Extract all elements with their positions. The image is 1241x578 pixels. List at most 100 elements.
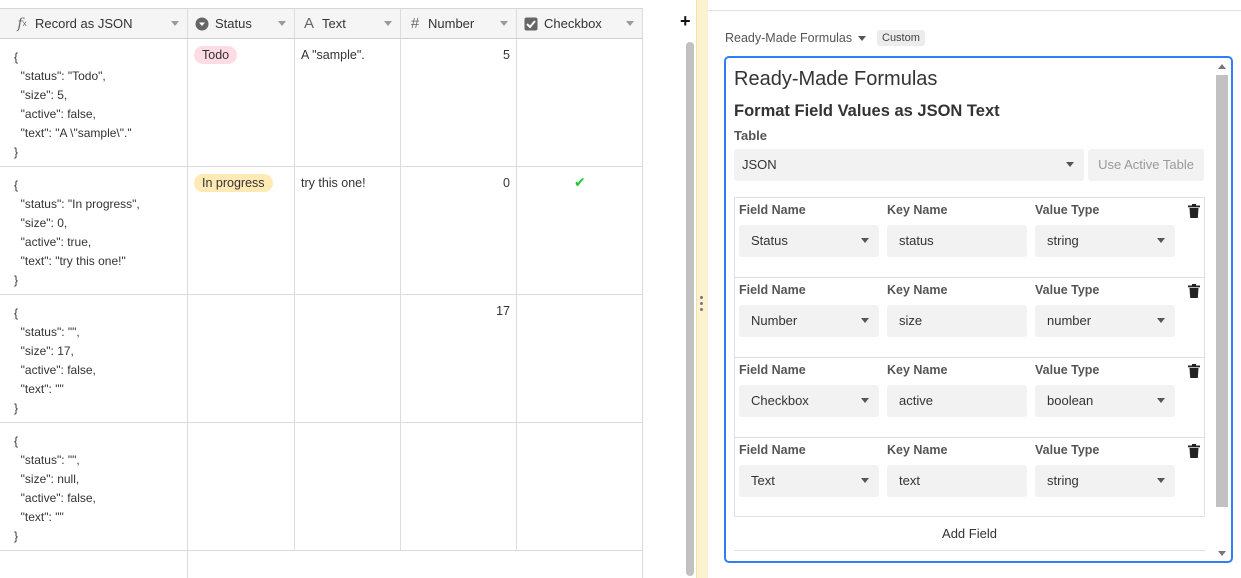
field-mapping-row: Field Name Key Name Value Type Checkbox … — [734, 357, 1205, 437]
field-name-select[interactable]: Status — [739, 225, 879, 257]
value-type-select[interactable]: string — [1035, 465, 1175, 497]
value-type-label: Value Type — [1035, 443, 1100, 457]
chevron-down-icon[interactable] — [626, 21, 634, 26]
cell-record-json[interactable]: { "status": "", "size": null, "active": … — [14, 432, 184, 546]
table-row[interactable]: { "status": "Todo", "size": 5, "active":… — [0, 39, 643, 167]
key-name-input[interactable]: text — [887, 465, 1027, 497]
trash-icon[interactable] — [1188, 364, 1200, 378]
chevron-down-icon — [858, 35, 867, 41]
field-name-select[interactable]: Number — [739, 305, 879, 337]
column-label: Checkbox — [544, 16, 602, 31]
field-name-select[interactable]: Text — [739, 465, 879, 497]
extension-frame: Ready-Made Formulas Format Field Values … — [724, 56, 1233, 563]
cell-text[interactable]: try this one! — [301, 176, 366, 190]
extension-name: Ready-Made Formulas — [725, 31, 853, 45]
column-header-record-as-json[interactable]: fx Record as JSON — [0, 9, 188, 38]
chevron-down-icon — [861, 318, 869, 323]
column-label: Text — [322, 16, 346, 31]
cell-text[interactable]: A "sample". — [301, 48, 365, 62]
trash-icon[interactable] — [1188, 284, 1200, 298]
table-label: Table — [734, 128, 767, 143]
chevron-down-icon[interactable] — [500, 21, 508, 26]
cell-record-json[interactable]: { "status": "Todo", "size": 5, "active":… — [14, 48, 184, 162]
field-name-label: Field Name — [739, 443, 806, 457]
field-name-value: Status — [751, 233, 788, 248]
field-name-select[interactable]: Checkbox — [739, 385, 879, 417]
table-select[interactable]: JSON — [734, 149, 1084, 181]
key-name-value: status — [899, 233, 934, 248]
scrollbar-thumb[interactable] — [1216, 75, 1228, 507]
value-type-select[interactable]: boolean — [1035, 385, 1175, 417]
value-type-select[interactable]: number — [1035, 305, 1175, 337]
field-mapping-row: Field Name Key Name Value Type Status st… — [734, 197, 1205, 277]
scroll-up-icon[interactable] — [1218, 64, 1226, 69]
field-mapping-row: Field Name Key Name Value Type Number si… — [734, 277, 1205, 357]
add-column-button[interactable]: + — [680, 10, 691, 32]
grid-view: fx Record as JSON Status A Text # Number… — [0, 0, 700, 578]
field-name-value: Number — [751, 313, 798, 328]
cell-number[interactable]: 0 — [410, 176, 510, 190]
formula-icon: fx — [17, 15, 27, 32]
trash-icon[interactable] — [1188, 204, 1200, 218]
custom-badge: Custom — [877, 30, 925, 46]
table-row[interactable]: { "status": "", "size": 17, "active": fa… — [0, 295, 643, 423]
extension-menu[interactable]: Ready-Made Formulas — [725, 31, 867, 45]
column-header-status[interactable]: Status — [188, 9, 295, 38]
trash-icon[interactable] — [1188, 444, 1200, 458]
cell-number[interactable]: 17 — [410, 304, 510, 318]
table-row[interactable]: { "status": "", "size": null, "active": … — [0, 423, 643, 551]
add-field-button[interactable]: Add Field — [734, 517, 1205, 551]
chevron-down-icon — [861, 478, 869, 483]
key-name-label: Key Name — [887, 443, 948, 457]
checkmark-icon[interactable]: ✔ — [574, 174, 586, 191]
chevron-down-icon — [1157, 478, 1165, 483]
key-name-input[interactable]: status — [887, 225, 1027, 257]
chevron-down-icon — [1157, 238, 1165, 243]
text-icon: A — [303, 15, 314, 32]
value-type-value: boolean — [1047, 393, 1094, 408]
table-row[interactable]: { "status": "In progress", "size": 0, "a… — [0, 167, 643, 295]
key-name-value: size — [899, 313, 923, 328]
chevron-down-icon[interactable] — [384, 21, 392, 26]
page-title: Ready-Made Formulas — [734, 68, 938, 90]
extension-panel: Ready-Made Formulas Custom Ready-Made Fo… — [708, 0, 1241, 578]
drag-handle-icon[interactable] — [700, 296, 704, 311]
field-name-value: Text — [751, 473, 775, 488]
value-type-label: Value Type — [1035, 363, 1100, 377]
use-active-table-button[interactable]: Use Active Table — [1088, 149, 1204, 181]
key-name-label: Key Name — [887, 363, 948, 377]
column-header-number[interactable]: # Number — [401, 9, 517, 38]
status-badge[interactable]: In progress — [194, 174, 273, 192]
value-type-label: Value Type — [1035, 283, 1100, 297]
grid-scrollbar[interactable] — [686, 42, 694, 576]
number-icon: # — [410, 15, 420, 32]
key-name-label: Key Name — [887, 203, 948, 217]
value-type-value: string — [1047, 473, 1079, 488]
key-name-input[interactable]: size — [887, 305, 1027, 337]
field-name-label: Field Name — [739, 203, 806, 217]
column-header-checkbox[interactable]: Checkbox — [517, 9, 643, 38]
status-badge[interactable]: Todo — [194, 46, 238, 64]
value-type-select[interactable]: string — [1035, 225, 1175, 257]
value-type-value: number — [1047, 313, 1092, 328]
cell-number[interactable]: 5 — [410, 48, 510, 62]
table-select-value: JSON — [742, 157, 777, 172]
chevron-down-icon[interactable] — [278, 21, 286, 26]
cell-record-json[interactable]: { "status": "In progress", "size": 0, "a… — [14, 176, 184, 290]
column-label: Number — [428, 16, 475, 31]
column-label: Status — [215, 16, 252, 31]
chevron-down-icon — [861, 398, 869, 403]
panel-scrollbar[interactable] — [1215, 60, 1229, 560]
chevron-down-icon[interactable] — [171, 21, 179, 26]
field-name-label: Field Name — [739, 363, 806, 377]
grid-header: fx Record as JSON Status A Text # Number… — [0, 8, 643, 39]
scroll-down-icon[interactable] — [1218, 551, 1226, 556]
panel-resize-handle[interactable] — [696, 0, 708, 578]
chevron-down-icon — [1157, 318, 1165, 323]
column-header-text[interactable]: A Text — [295, 9, 401, 38]
chevron-down-icon — [1157, 398, 1165, 403]
divider — [708, 10, 1241, 11]
checkbox-icon — [523, 16, 539, 32]
key-name-input[interactable]: active — [887, 385, 1027, 417]
cell-record-json[interactable]: { "status": "", "size": 17, "active": fa… — [14, 304, 184, 418]
